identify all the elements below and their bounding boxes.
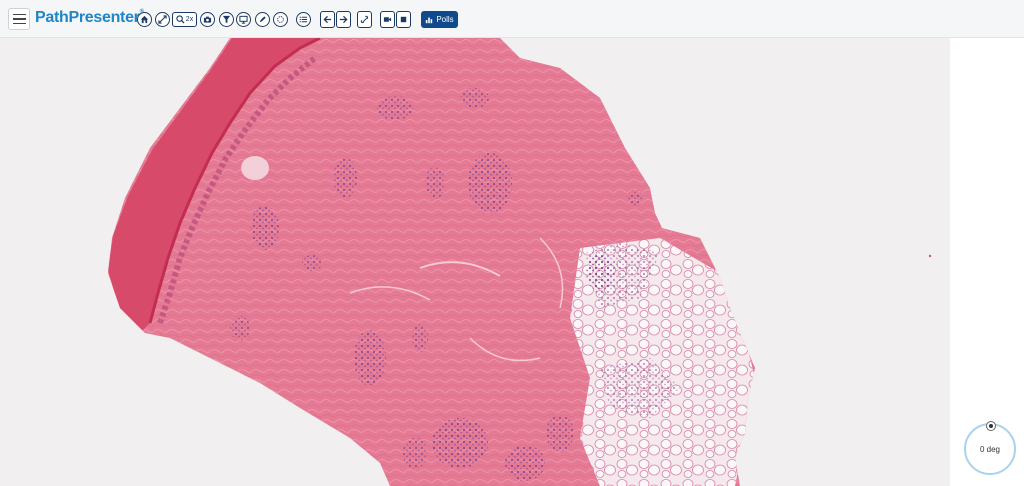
shape-button[interactable]	[273, 12, 288, 27]
polls-button[interactable]: Polls	[421, 11, 458, 28]
right-panel	[950, 38, 1024, 486]
list-icon	[299, 16, 308, 23]
menu-button[interactable]	[8, 8, 30, 30]
menu-line	[12, 22, 26, 25]
fullscreen-icon	[158, 15, 167, 24]
next-button[interactable]	[336, 11, 351, 28]
menu-line	[12, 13, 26, 16]
record-button[interactable]	[380, 11, 395, 28]
zoom-button[interactable]: 2x	[172, 12, 197, 27]
filter-button[interactable]	[219, 12, 234, 27]
rotation-label: 0 deg	[979, 444, 1001, 454]
pen-icon	[259, 16, 266, 23]
stop-button[interactable]	[396, 11, 411, 28]
previous-button[interactable]	[320, 11, 335, 28]
circle-icon	[277, 16, 284, 23]
link-button[interactable]	[357, 11, 372, 28]
filter-icon	[222, 15, 231, 24]
zoom-icon	[176, 15, 185, 24]
polls-label: Polls	[436, 15, 454, 24]
arrow-left-icon	[323, 15, 332, 24]
top-toolbar: PathPresenter® 2x Pol	[0, 0, 1024, 38]
home-icon	[140, 15, 149, 24]
link-icon	[360, 15, 369, 24]
stop-icon	[400, 16, 407, 23]
list-button[interactable]	[296, 12, 311, 27]
logo-text: PathPresenter	[35, 9, 140, 26]
app-logo[interactable]: PathPresenter®	[35, 9, 144, 27]
menu-line	[12, 18, 26, 20]
annotate-button[interactable]	[255, 12, 270, 27]
presentation-button[interactable]	[236, 12, 251, 27]
home-button[interactable]	[137, 12, 152, 27]
fullscreen-button[interactable]	[155, 12, 170, 27]
zoom-label: 2x	[185, 16, 194, 23]
arrow-right-icon	[339, 15, 348, 24]
tissue-image[interactable]	[0, 38, 950, 486]
slide-viewer[interactable]	[0, 38, 950, 486]
monitor-icon	[239, 15, 248, 24]
bar-chart-icon	[426, 17, 433, 23]
camera-icon	[203, 16, 212, 23]
video-icon	[383, 17, 392, 22]
rotation-control[interactable]: 0 deg	[964, 421, 1016, 475]
rotation-handle[interactable]	[986, 421, 996, 431]
snapshot-button[interactable]	[200, 12, 215, 27]
